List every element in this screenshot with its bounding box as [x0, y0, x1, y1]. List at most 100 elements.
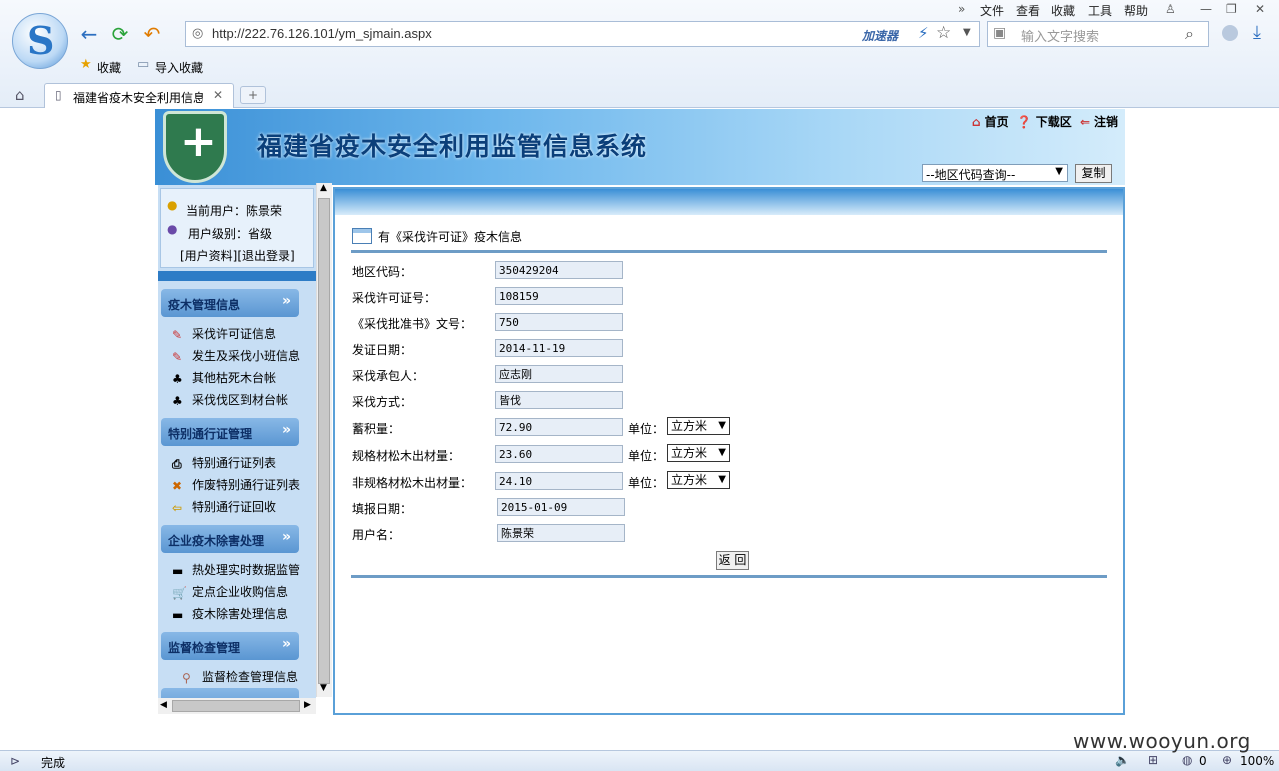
refresh-icon[interactable]: ⟳ [108, 22, 132, 46]
sidebar-item-harvest-plot[interactable]: ✎ 发生及采伐小班信息 [172, 347, 300, 364]
sidebar-hscroll-thumb[interactable] [172, 700, 300, 712]
label-approval-number: 《采伐批准书》文号： [352, 317, 473, 331]
watermark: www.wooyun.org [1073, 729, 1251, 753]
field-volume[interactable]: 72.90 [495, 418, 623, 436]
label-volume: 蓄积量： [352, 422, 401, 436]
zoom-icon[interactable]: ⊕ [1222, 753, 1232, 767]
dropdown-arrow-icon: ▼ [718, 447, 726, 458]
sidebar-item-permit-info[interactable]: ✎ 采伐许可证信息 [172, 325, 276, 342]
copy-button[interactable]: 复制 [1075, 164, 1112, 183]
tab-title: 福建省疫木安全利用信息 [73, 91, 203, 105]
recycle-icon: ⇦ [172, 501, 183, 515]
logout-link[interactable]: 注销 [1094, 115, 1118, 129]
label-region-code: 地区代码： [352, 265, 413, 279]
scroll-down-icon[interactable]: ▼ [320, 683, 327, 693]
field-permit-number[interactable]: 108159 [495, 287, 623, 305]
sidebar-item-harvest-ledger[interactable]: ♣ 采伐伐区到材台帐 [172, 391, 288, 408]
back-arrow-icon[interactable]: ← [77, 22, 101, 46]
sidebar-item-disinfection-info[interactable]: ▬ 疫木除害处理信息 [172, 605, 288, 622]
scroll-right-icon[interactable]: ▶ [304, 700, 311, 710]
sidebar-item-heat-monitor[interactable]: ▬ 热处理实时数据监管 [172, 561, 300, 578]
region-code-select[interactable]: --地区代码查询-- ▼ [922, 164, 1068, 182]
section-header-inspection[interactable]: 监督检查管理» [161, 632, 299, 660]
close-tab-icon[interactable]: ✕ [213, 88, 223, 102]
volume-icon[interactable]: 🔈 [1115, 753, 1130, 767]
close-window-icon[interactable]: ✕ [1255, 2, 1265, 16]
menu-tools[interactable]: 工具 [1088, 2, 1112, 19]
home-link[interactable]: 首页 [985, 115, 1009, 129]
form-top-rule [351, 250, 1107, 253]
star-icon[interactable]: ☆ [936, 23, 951, 43]
section-header-special-pass[interactable]: 特别通行证管理» [161, 418, 299, 446]
current-user: 当前用户：陈景荣 [186, 204, 283, 218]
field-standard-output[interactable]: 23.60 [495, 445, 623, 463]
sidebar-item-purchase-info[interactable]: 🛒 定点企业收购信息 [172, 583, 288, 600]
back-button[interactable]: 返 回 [716, 551, 749, 570]
menu-expand-icon[interactable]: » [958, 2, 965, 16]
scroll-up-icon[interactable]: ▲ [320, 183, 327, 193]
section-header-epidemic-wood[interactable]: 疫木管理信息» [161, 289, 299, 317]
block-icon[interactable]: ◍ [1182, 753, 1192, 767]
label-nonstandard-output: 非规格材松木出材量： [352, 476, 473, 490]
top-links: ⌂ 首页 ❓ 下载区 ⇐ 注销 [972, 113, 1122, 130]
unit-select-nonstandard[interactable]: 立方米 ▼ [667, 471, 730, 489]
skin-icon[interactable]: ♙ [1165, 2, 1176, 16]
home-icon[interactable]: ⌂ [15, 86, 25, 104]
window-icon [352, 228, 372, 244]
more-icon[interactable] [1222, 25, 1238, 41]
field-region-code[interactable]: 350429204 [495, 261, 623, 279]
field-nonstandard-output[interactable]: 24.10 [495, 472, 623, 490]
address-bar[interactable]: ◎ http://222.76.126.101/ym_sjmain.aspx 加… [185, 21, 980, 47]
field-harvest-method[interactable]: 皆伐 [495, 391, 623, 409]
minimize-icon[interactable]: — [1200, 2, 1212, 16]
help-icon: ❓ [1016, 115, 1032, 129]
download-link[interactable]: 下载区 [1036, 115, 1072, 129]
unit-label-volume: 单位： [628, 422, 665, 436]
search-icon[interactable]: ⌕ [1185, 24, 1194, 44]
new-tab-button[interactable]: + [240, 86, 266, 104]
lightning-icon[interactable]: ⚡ [918, 24, 929, 42]
bookmark-import[interactable]: 导入收藏 [155, 59, 203, 76]
download-icon[interactable]: ⤓ [1253, 22, 1261, 43]
user-links[interactable]: [用户资料][退出登录] [180, 247, 295, 264]
unit-select-volume[interactable]: 立方米 ▼ [667, 417, 730, 435]
chevron-down-icon[interactable]: ▼ [963, 27, 971, 38]
expand-icon: » [281, 529, 291, 545]
field-approval-number[interactable]: 750 [495, 313, 623, 331]
bookmark-favorites[interactable]: 收藏 [97, 59, 121, 76]
field-report-date[interactable]: 2015-01-09 [497, 498, 625, 516]
browser-tab[interactable]: ▯ 福建省疫木安全利用信息 ✕ [44, 83, 234, 108]
sidebar-scroll-thumb[interactable] [318, 198, 330, 684]
restore-icon[interactable]: ❐ [1226, 2, 1237, 16]
menu-favorites[interactable]: 收藏 [1051, 2, 1075, 19]
printer-icon: ⎙ [172, 457, 182, 471]
toolbox-icon[interactable]: ⊞ [1148, 753, 1158, 767]
zoom-level[interactable]: 100% [1240, 754, 1274, 768]
url-text: http://222.76.126.101/ym_sjmain.aspx [212, 26, 432, 41]
menu-view[interactable]: 查看 [1016, 2, 1040, 19]
sidebar-item-pass-list[interactable]: ⎙ 特别通行证列表 [172, 454, 276, 471]
scroll-left-icon[interactable]: ◀ [160, 700, 167, 710]
sidebar-item-void-pass-list[interactable]: ✖ 作废特别通行证列表 [172, 476, 300, 493]
undo-icon[interactable]: ↶ [140, 22, 164, 46]
dropdown-arrow-icon: ▼ [1055, 166, 1063, 177]
sidebar-toggle-icon[interactable]: ⊳ [10, 754, 20, 768]
folder-icon: ▭ [137, 57, 150, 72]
field-username[interactable]: 陈景荣 [497, 524, 625, 542]
search-box[interactable]: ▣ 输入文字搜索 ⌕ [987, 21, 1209, 47]
field-contractor[interactable]: 应志刚 [495, 365, 623, 383]
sidebar-item-dead-wood[interactable]: ♣ 其他枯死木台帐 [172, 369, 276, 386]
unit-select-standard[interactable]: 立方米 ▼ [667, 444, 730, 462]
user-info-box: ● 当前用户：陈景荣 ● 用户级别：省级 [用户资料][退出登录] [160, 188, 314, 268]
sidebar-item-pass-recycle[interactable]: ⇦ 特别通行证回收 [172, 498, 276, 515]
menu-help[interactable]: 帮助 [1124, 2, 1148, 19]
accelerator-label[interactable]: 加速器 [862, 27, 898, 44]
browser-logo[interactable]: S [12, 13, 68, 69]
section-header-disinfection[interactable]: 企业疫木除害处理» [161, 525, 299, 553]
expand-icon: » [281, 293, 291, 309]
field-issue-date[interactable]: 2014-11-19 [495, 339, 623, 357]
search-input[interactable]: 输入文字搜索 [1021, 26, 1099, 45]
sidebar-item-inspection-info[interactable]: ⚲ 监督检查管理信息 [182, 668, 298, 685]
expand-icon: » [281, 422, 291, 438]
menu-file[interactable]: 文件 [980, 2, 1004, 19]
